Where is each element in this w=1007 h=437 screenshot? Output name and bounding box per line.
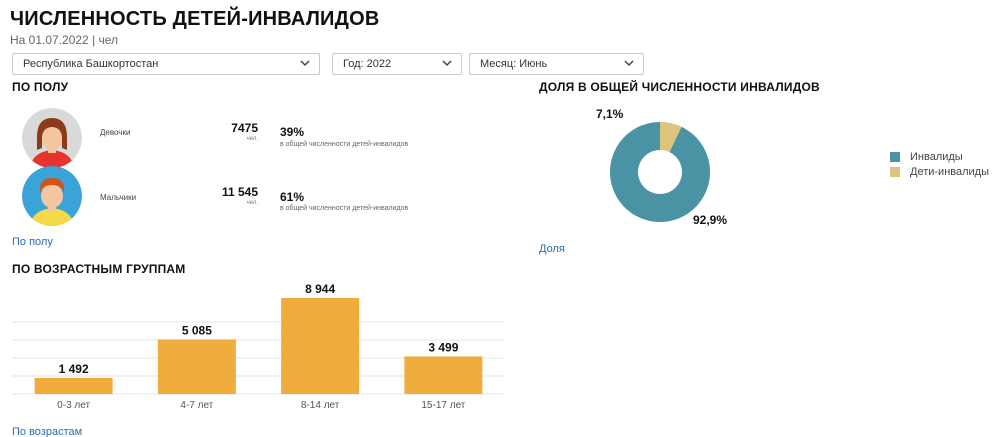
age-bar-chart: 1 492 0-3 лет 5 085 4-7 лет 8 944 8-14 лет 3 4…: [12, 282, 505, 411]
girls-percent: 39%: [280, 125, 305, 139]
region-select[interactable]: Республика Башкортостан: [12, 53, 320, 75]
legend-swatch-children: [890, 167, 900, 177]
boys-count: 11 545: [221, 185, 258, 199]
gender-link[interactable]: По полу: [12, 236, 53, 248]
boys-percent-note: в общей численности детей-инвалидов: [280, 205, 409, 212]
boys-unit: чел.: [246, 200, 258, 206]
x-tick-label: 8-14 лет: [301, 400, 340, 411]
year-select[interactable]: Год: 2022: [332, 53, 462, 75]
share-donut-chart: [610, 122, 710, 222]
donut-slice-disabled: [610, 122, 710, 222]
legend-item-children: Дети-инвалиды: [890, 166, 989, 178]
legend-label-disabled: Инвалиды: [910, 151, 963, 163]
bar-value-label: 1 492: [59, 362, 89, 376]
girls-count: 7475: [231, 121, 258, 135]
page-subtitle: На 01.07.2022 | чел: [10, 33, 119, 47]
bar-value-label: 5 085: [182, 323, 212, 337]
legend-item-disabled: Инвалиды: [890, 151, 963, 163]
donut-label-disabled: 92,9%: [693, 213, 728, 227]
share-link[interactable]: Доля: [539, 243, 565, 255]
x-tick-label: 0-3 лет: [57, 400, 90, 411]
girls-unit: чел.: [246, 136, 258, 142]
legend-label-children: Дети-инвалиды: [910, 166, 989, 178]
bar-8-14 лет: [281, 298, 360, 394]
chevron-down-icon: [442, 60, 452, 67]
chevron-down-icon: [300, 60, 310, 67]
year-select-value: Год: 2022: [343, 58, 392, 70]
age-heading: ПО ВОЗРАСТНЫМ ГРУППАМ: [12, 262, 186, 276]
girls-percent-note: в общей численности детей-инвалидов: [280, 141, 409, 148]
boys-percent: 61%: [280, 190, 305, 204]
region-select-value: Республика Башкортостан: [23, 58, 159, 70]
page-title: ЧИСЛЕННОСТЬ ДЕТЕЙ-ИНВАЛИДОВ: [10, 8, 380, 30]
girl-avatar-icon: [22, 108, 82, 168]
girls-label: Девочки: [100, 128, 131, 137]
gender-heading: ПО ПОЛУ: [12, 80, 69, 94]
x-tick-label: 15-17 лет: [421, 400, 465, 411]
bar-value-label: 8 944: [305, 282, 335, 296]
month-select[interactable]: Месяц: Июнь: [469, 53, 644, 75]
month-select-value: Месяц: Июнь: [480, 58, 548, 70]
share-heading: ДОЛЯ В ОБЩЕЙ ЧИСЛЕННОСТИ ИНВАЛИДОВ: [539, 80, 820, 94]
chevron-down-icon: [624, 60, 634, 67]
donut-label-children: 7,1%: [596, 107, 624, 121]
age-link[interactable]: По возрастам: [12, 426, 82, 437]
boy-avatar-icon: [22, 166, 82, 226]
bar-15-17 лет: [404, 356, 483, 394]
x-tick-label: 4-7 лет: [180, 400, 213, 411]
boys-label: Мальчики: [100, 193, 137, 202]
bar-4-7 лет: [157, 339, 236, 394]
legend-swatch-disabled: [890, 152, 900, 162]
bar-value-label: 3 499: [428, 340, 458, 354]
bar-0-3 лет: [34, 377, 113, 394]
